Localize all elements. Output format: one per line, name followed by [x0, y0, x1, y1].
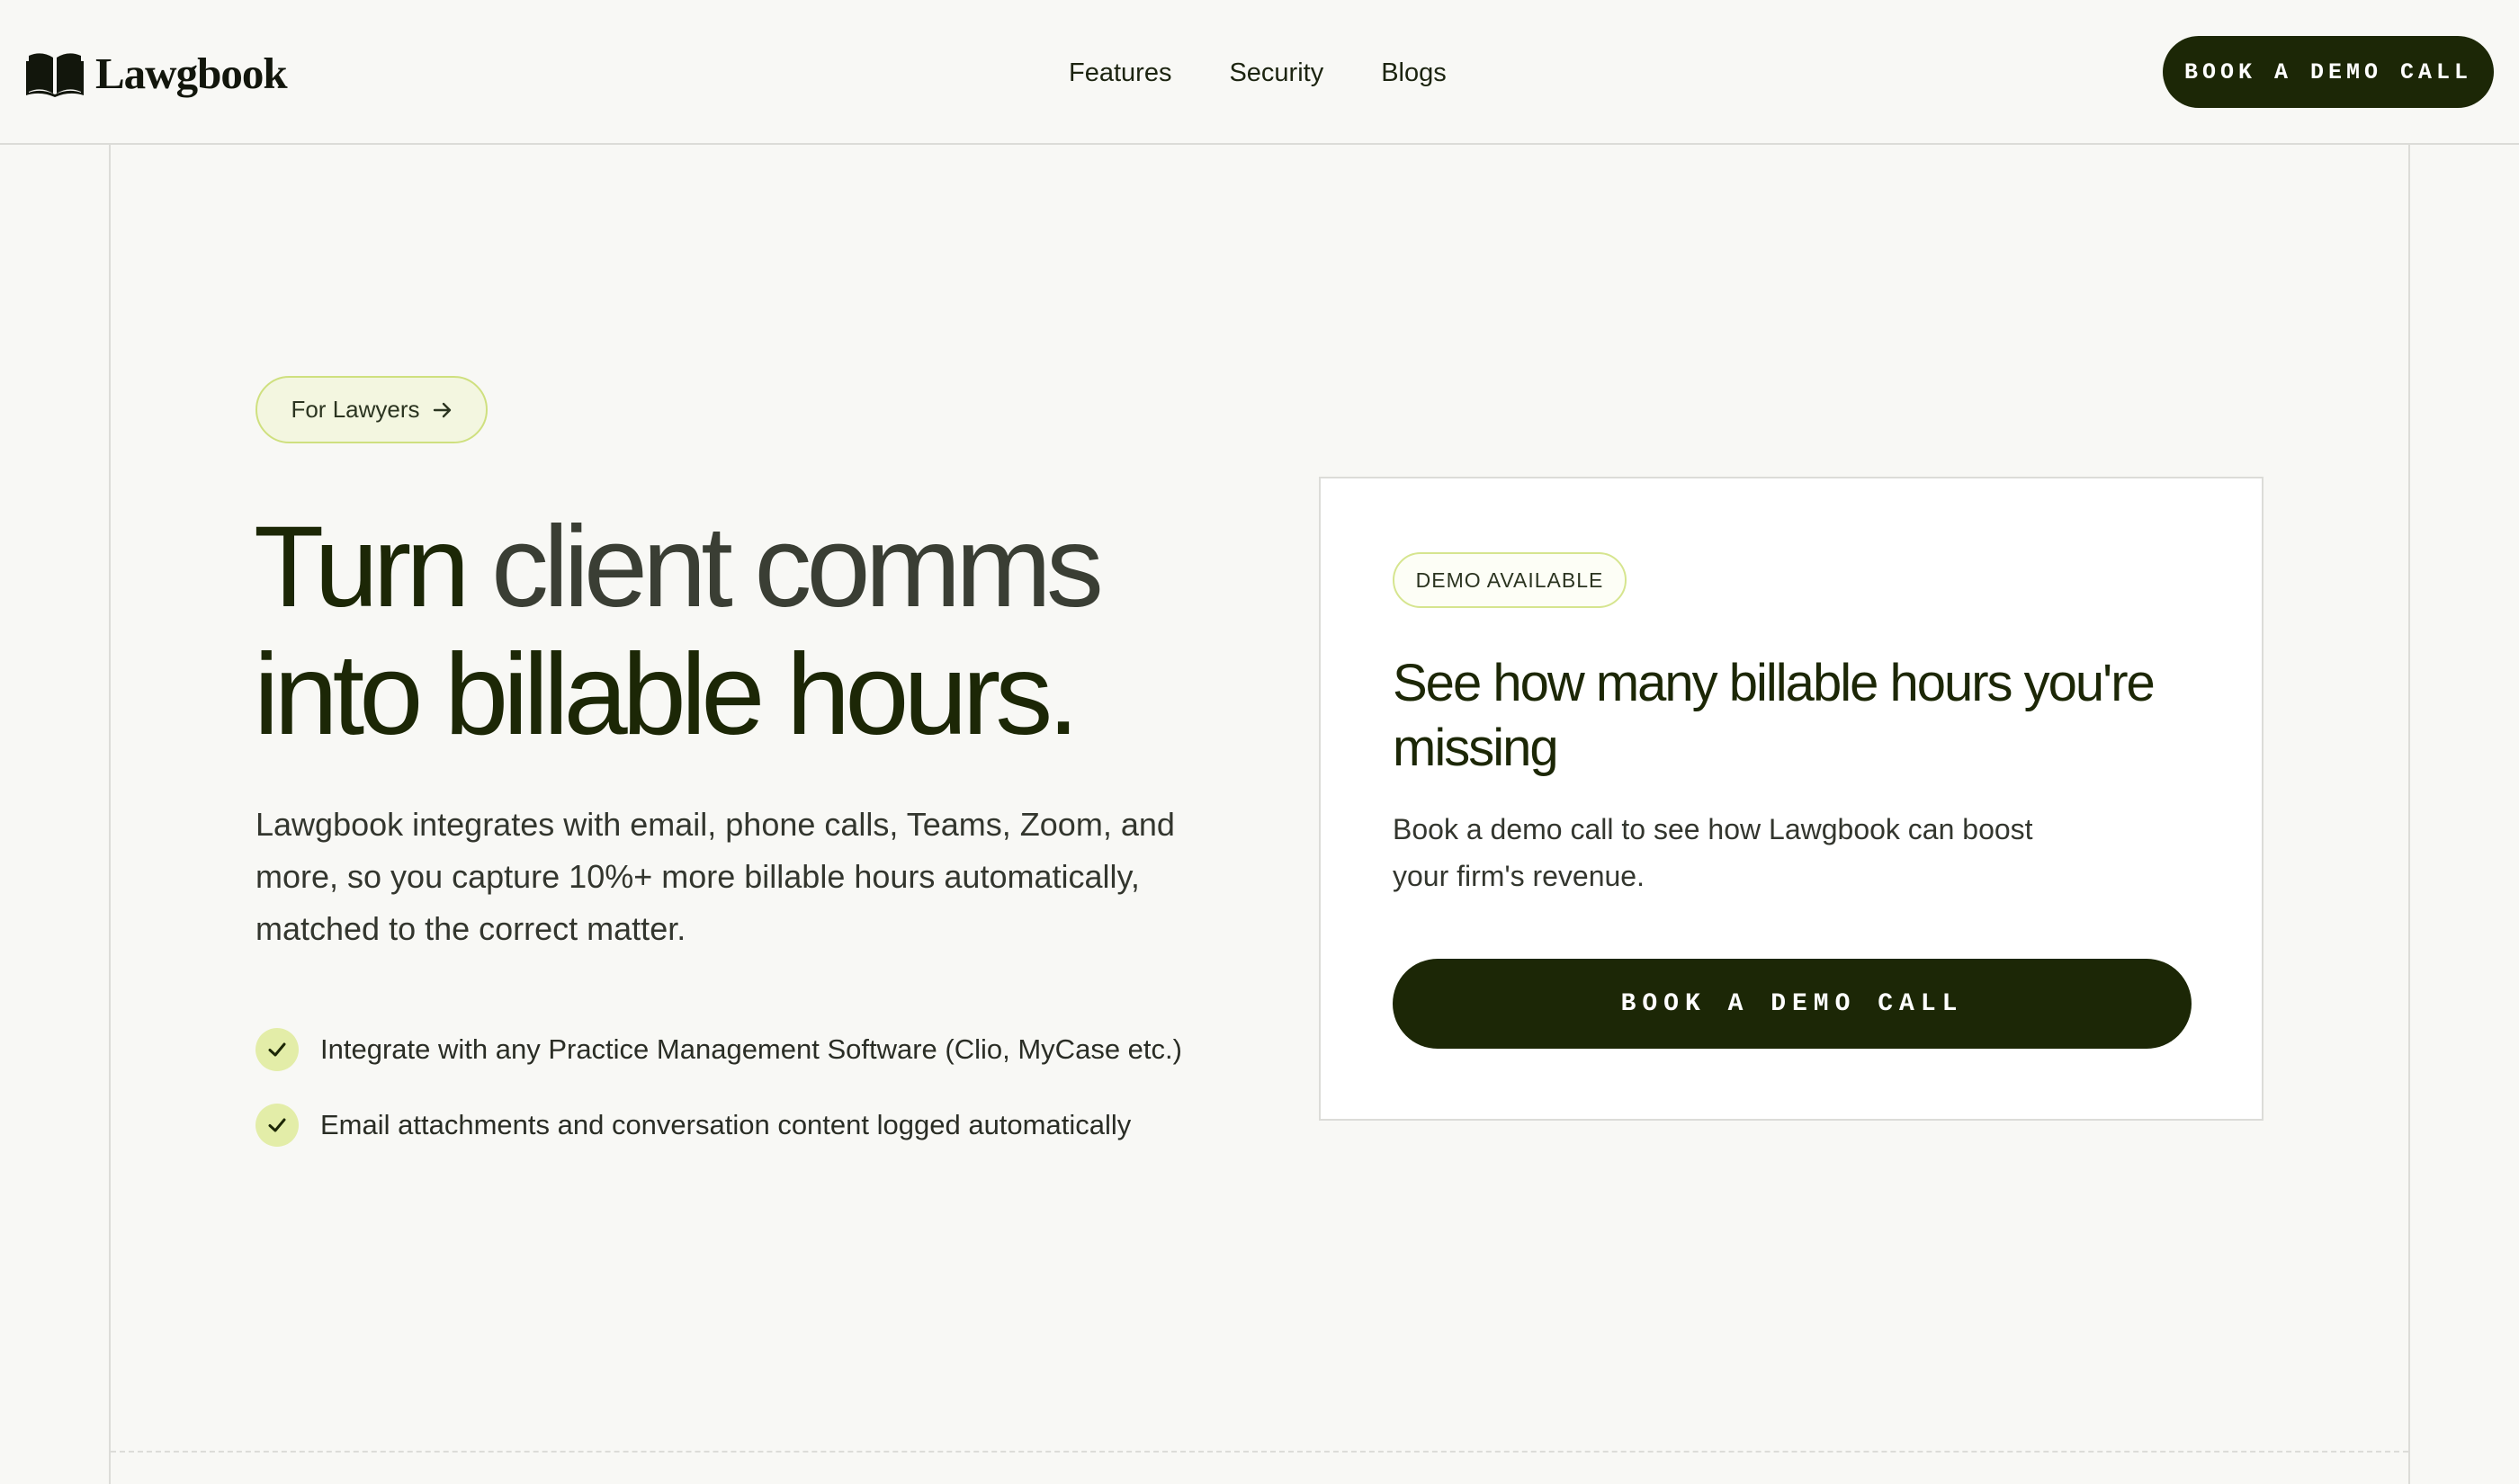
- nav-blogs[interactable]: Blogs: [1381, 58, 1447, 88]
- card-book-demo-button[interactable]: BOOK A DEMO CALL: [1393, 959, 2192, 1049]
- site-header: Lawgbook Features Security Blogs BOOK A …: [0, 0, 2519, 145]
- frame-right-line: [2408, 145, 2410, 1484]
- for-lawyers-pill[interactable]: For Lawyers: [255, 376, 488, 443]
- arrow-right-icon: [433, 402, 451, 417]
- check-icon: [255, 1104, 299, 1147]
- main-nav: Features Security Blogs: [1069, 52, 1447, 94]
- hero-description: Lawgbook integrates with email, phone ca…: [255, 806, 1175, 947]
- hero-title-line2: into billable hours.: [254, 630, 1080, 759]
- frame-bottom-dashed-line: [111, 1451, 2408, 1453]
- header-book-demo-button[interactable]: BOOK A DEMO CALL: [2163, 36, 2494, 108]
- feature-text: Integrate with any Practice Management S…: [320, 1033, 1182, 1065]
- check-icon: [255, 1028, 299, 1071]
- frame-left-line: [109, 145, 111, 1484]
- card-description: Book a demo call to see how Lawgbook can…: [1393, 813, 2033, 892]
- feature-text: Email attachments and conversation conte…: [320, 1109, 1132, 1140]
- nav-security[interactable]: Security: [1229, 58, 1323, 88]
- logo-text: Lawgbook: [95, 48, 288, 98]
- hero-title-muted: client comms: [464, 503, 1104, 631]
- open-book-icon: [26, 53, 84, 97]
- demo-card: DEMO AVAILABLE See how many billable hou…: [1319, 477, 2264, 1121]
- pill-label: For Lawyers: [291, 396, 420, 423]
- logo-link[interactable]: Lawgbook: [25, 45, 288, 101]
- nav-features[interactable]: Features: [1069, 58, 1171, 88]
- card-title: See how many billable hours you're missi…: [1393, 654, 2156, 777]
- list-item: Integrate with any Practice Management S…: [255, 1027, 1290, 1072]
- feature-list: Integrate with any Practice Management S…: [255, 1027, 1290, 1178]
- hero-title: Turn client comms into billable hours.: [254, 504, 1288, 759]
- demo-available-badge: DEMO AVAILABLE: [1393, 552, 1627, 608]
- hero-title-strong: Turn: [254, 503, 470, 631]
- list-item: Email attachments and conversation conte…: [255, 1103, 1290, 1148]
